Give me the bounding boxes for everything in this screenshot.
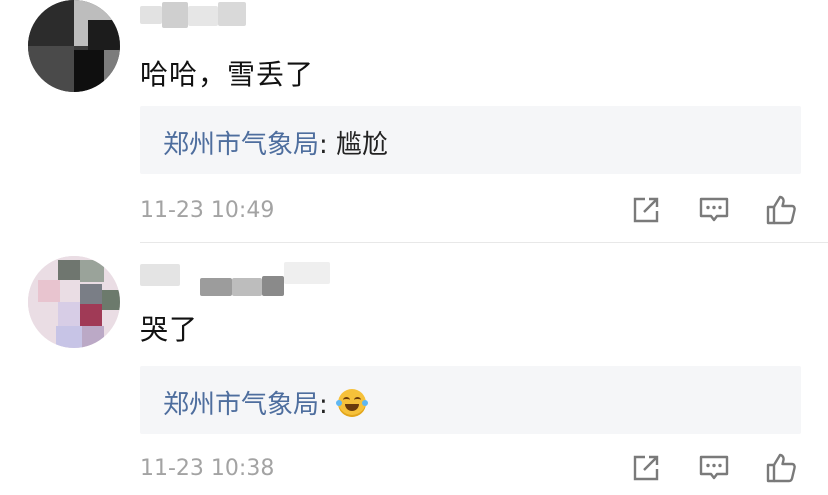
reply-author-link[interactable]: 郑州市气象局 — [163, 130, 319, 160]
share-button[interactable] — [629, 193, 663, 227]
comment-icon — [699, 197, 729, 222]
comment-button[interactable] — [697, 451, 731, 485]
reply-box[interactable]: 郑州市气象局: 尴尬 — [140, 106, 801, 174]
share-button[interactable] — [629, 451, 663, 485]
avatar[interactable] — [28, 0, 120, 92]
reply-line: 郑州市气象局: — [163, 384, 369, 421]
reply-line: 郑州市气象局: 尴尬 — [163, 124, 388, 161]
thumbs-up-icon — [766, 453, 796, 483]
username-redacted[interactable] — [140, 262, 330, 296]
share-icon — [633, 455, 659, 481]
like-button[interactable] — [764, 451, 798, 485]
username-redacted[interactable] — [140, 2, 250, 28]
comment-button[interactable] — [697, 193, 731, 227]
avatar[interactable] — [28, 256, 120, 348]
laugh-cry-emoji-icon — [336, 389, 369, 417]
reply-author-link[interactable]: 郑州市气象局 — [163, 390, 319, 420]
comment-text: 哈哈，雪丢了 — [140, 58, 315, 91]
comment-icon — [699, 455, 729, 480]
comment-item: 哈哈，雪丢了 郑州市气象局: 尴尬 11-23 10:49 — [0, 0, 828, 243]
like-button[interactable] — [764, 193, 798, 227]
divider — [140, 242, 828, 243]
reply-separator: : — [319, 390, 337, 420]
timestamp: 11-23 10:38 — [140, 456, 275, 481]
comment-text: 哭了 — [140, 313, 199, 346]
reply-separator: : — [319, 130, 337, 160]
reply-text: 尴尬 — [336, 130, 389, 160]
reply-box[interactable]: 郑州市气象局: — [140, 366, 801, 434]
comment-item: 哭了 郑州市气象局: 11-23 10:38 — [0, 244, 828, 495]
thumbs-up-icon — [766, 195, 796, 225]
timestamp: 11-23 10:49 — [140, 198, 275, 223]
share-icon — [633, 197, 659, 223]
